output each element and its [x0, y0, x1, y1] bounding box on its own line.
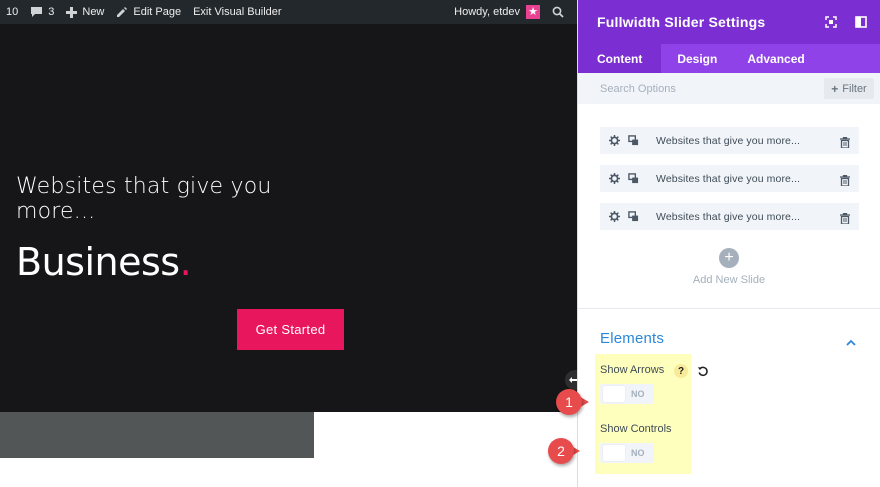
- filter-label: Filter: [842, 82, 867, 95]
- panel-tabs: Content Design Advanced: [578, 44, 880, 73]
- search-icon: [552, 6, 564, 18]
- trash-icon[interactable]: [840, 173, 850, 191]
- tab-design[interactable]: Design: [661, 44, 733, 73]
- elements-section-title[interactable]: Elements: [600, 330, 664, 347]
- help-icon[interactable]: ?: [674, 364, 688, 378]
- sidebar-toggle[interactable]: [846, 0, 876, 44]
- slide-list: Websites that give you more... Websites …: [600, 127, 859, 241]
- comment-icon: [31, 7, 43, 17]
- slide-title: Business.: [16, 238, 192, 286]
- edit-page-label: Edit Page: [133, 6, 182, 18]
- admin-bar-exit-builder[interactable]: Exit Visual Builder: [187, 0, 287, 24]
- tab-content[interactable]: Content: [578, 44, 662, 73]
- show-controls-label: Show Controls: [600, 423, 672, 435]
- admin-bar-comments[interactable]: 3: [24, 0, 60, 24]
- duplicate-icon[interactable]: [628, 135, 647, 146]
- visual-builder-screen: 10 3 New Edit Page Exit Visual Builder H…: [0, 0, 880, 487]
- fullscreen-toggle[interactable]: [816, 0, 846, 44]
- show-arrows-label: Show Arrows: [600, 364, 665, 376]
- exit-builder-label: Exit Visual Builder: [193, 6, 282, 18]
- slide-item[interactable]: Websites that give you more...: [600, 203, 859, 230]
- search-options-input[interactable]: [600, 82, 800, 95]
- panel-title: Fullwidth Slider Settings: [597, 14, 766, 30]
- plus-icon: +: [724, 249, 734, 266]
- show-controls-toggle[interactable]: NO: [600, 443, 654, 463]
- updates-count: 10: [6, 6, 19, 18]
- callout-marker: 2: [548, 438, 574, 464]
- duplicate-icon[interactable]: [628, 173, 647, 184]
- slide-item-label: Websites that give you more...: [656, 210, 801, 223]
- section-divider: [578, 308, 880, 309]
- pencil-icon: [117, 7, 128, 17]
- panel-header: Fullwidth Slider Settings: [578, 0, 880, 44]
- reset-icon[interactable]: [697, 364, 709, 382]
- get-started-button[interactable]: Get Started: [237, 309, 344, 350]
- chevron-up-icon[interactable]: [846, 333, 856, 351]
- add-new-slide-label[interactable]: Add New Slide: [681, 274, 777, 286]
- slide-subtitle: Websites that give you more...: [16, 174, 272, 224]
- admin-bar-account[interactable]: Howdy, etdev ★: [448, 0, 548, 24]
- comments-count: 3: [48, 6, 55, 18]
- trash-icon[interactable]: [840, 211, 850, 229]
- gear-icon[interactable]: [609, 135, 628, 146]
- tab-advanced[interactable]: Advanced: [733, 44, 818, 73]
- slide-item[interactable]: Websites that give you more...: [600, 165, 859, 192]
- admin-bar-new[interactable]: New: [60, 0, 110, 24]
- toggle-state-label: NO: [631, 389, 645, 399]
- plus-icon: [66, 6, 78, 18]
- slide-item[interactable]: Websites that give you more...: [600, 127, 859, 154]
- slide-title-text: Business: [16, 240, 180, 284]
- slide-title-dot: .: [179, 240, 192, 284]
- sidebar-layout-icon: [855, 16, 867, 28]
- callout-marker: 1: [556, 389, 582, 415]
- avatar: ★: [526, 5, 540, 19]
- toggle-state-label: NO: [631, 448, 645, 458]
- settings-panel: Fullwidth Slider Settings Content Design…: [577, 0, 880, 487]
- toggle-knob: [603, 445, 625, 461]
- howdy-label: Howdy, etdev: [454, 6, 520, 18]
- fullwidth-slider-preview[interactable]: Websites that give you more... Business.…: [0, 24, 577, 412]
- gear-icon[interactable]: [609, 173, 628, 184]
- next-section-strip: [0, 412, 314, 458]
- admin-bar-search[interactable]: [548, 0, 577, 24]
- filter-button[interactable]: + Filter: [824, 78, 874, 99]
- trash-icon[interactable]: [840, 135, 850, 153]
- slide-item-label: Websites that give you more...: [656, 172, 801, 185]
- duplicate-icon[interactable]: [628, 211, 647, 222]
- add-slide-button[interactable]: +: [719, 248, 739, 268]
- gear-icon[interactable]: [609, 211, 628, 222]
- options-search-row: + Filter: [578, 73, 880, 104]
- slide-item-label: Websites that give you more...: [656, 134, 801, 147]
- toggle-knob: [603, 386, 625, 402]
- admin-bar: 10 3 New Edit Page Exit Visual Builder H…: [0, 0, 577, 24]
- expand-icon: [825, 16, 837, 28]
- plus-icon: +: [831, 81, 839, 96]
- show-arrows-toggle[interactable]: NO: [600, 384, 654, 404]
- admin-bar-edit-page[interactable]: Edit Page: [110, 0, 187, 24]
- admin-bar-updates[interactable]: 10: [0, 0, 24, 24]
- new-label: New: [82, 6, 105, 18]
